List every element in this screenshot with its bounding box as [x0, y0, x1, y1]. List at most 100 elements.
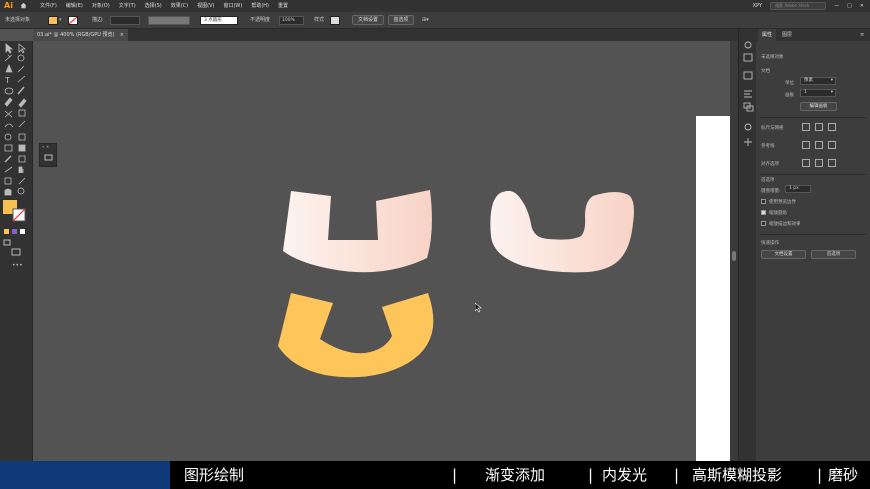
type-tool-icon: T [4, 76, 10, 85]
stock-search-input[interactable]: 搜索 Adobe Stock [770, 2, 827, 10]
align-center-icon[interactable] [815, 159, 823, 167]
home-icon[interactable] [20, 2, 27, 9]
shape-builder-icon [4, 133, 12, 141]
artboard-dropdown[interactable]: 1 ▾ [800, 89, 836, 97]
stroke-weight-input[interactable] [110, 16, 140, 25]
tab-layers[interactable]: 图层 [778, 29, 796, 41]
scale-strokes-checkbox[interactable] [761, 221, 766, 226]
perspective-grid-icon [18, 133, 26, 141]
libraries-panel-icon [743, 53, 753, 62]
window-controls: XPY 搜索 Adobe Stock — □ ✕ [753, 0, 870, 12]
tab-properties[interactable]: 属性 [758, 29, 777, 41]
selection-status-label: 未选择对象 [761, 55, 784, 60]
preferences-button[interactable]: 首选项 [388, 15, 414, 25]
arrange-icon[interactable]: ⊞▾ [422, 16, 429, 25]
scale-corners-checkbox[interactable] [761, 210, 766, 215]
close-tab-icon[interactable]: × [120, 29, 124, 41]
selection-tool-icon [5, 43, 14, 54]
menu-edit[interactable]: 编辑(E) [66, 3, 83, 9]
menu-type[interactable]: 文字(T) [119, 3, 136, 9]
blob-brush-icon [4, 97, 13, 107]
gradient-rounded-shape [490, 190, 634, 273]
menu-window[interactable]: 窗口(W) [223, 3, 242, 9]
stroke-swatch[interactable] [68, 16, 78, 25]
chevron-down-icon: ▾ [830, 90, 833, 95]
close-icon[interactable]: ✕ [860, 3, 864, 9]
fill-dropdown-icon[interactable]: ▾ [59, 16, 62, 25]
slice-tool-icon [18, 177, 26, 185]
document-tab-bar: 03.ai* @ 400% (RGB/GPU 预览) × [33, 29, 738, 41]
minimize-icon[interactable]: — [834, 3, 839, 9]
yellow-cup-shape [278, 293, 434, 378]
selection-status: 未选择对象 [5, 17, 31, 23]
subtitle-item: 图形绘制 [184, 466, 245, 484]
pixel-grid-icon[interactable] [828, 123, 836, 131]
gradient-tool-icon [18, 144, 26, 152]
line-tool-icon [17, 75, 26, 83]
lock-guides-icon[interactable] [828, 141, 836, 149]
brush-definition[interactable]: 3 点圆形 [200, 16, 238, 25]
smart-guides-icon[interactable] [815, 141, 823, 149]
divider [760, 117, 866, 118]
menu-select[interactable]: 选择(S) [145, 3, 162, 9]
preview-bounds-label: 使用预览边界 [769, 200, 796, 205]
properties-panel: 属性 图层 ≡ 未选择对象 文档 单位 像素 ▾ 画板 1 ▾ 编辑画板 标尺与网格… [756, 29, 870, 461]
canvas[interactable]: « × [33, 41, 730, 461]
align-left-icon[interactable] [802, 159, 810, 167]
graph-tool-icon [18, 166, 24, 173]
subtitle-item: 高斯模糊投影 [692, 466, 783, 484]
menu-help[interactable]: 帮助(H) [251, 3, 269, 9]
panel-icon-strip [738, 29, 756, 461]
document-tab[interactable]: 03.ai* @ 400% (RGB/GPU 预览) × [33, 29, 128, 41]
document-setup-button[interactable]: 文档设置 [352, 15, 384, 25]
guides-icon[interactable] [802, 141, 810, 149]
control-bar: 未选择对象 ▾ 描边: 3 点圆形 不透明度 100% 样式 文档设置 首选项 … [0, 12, 870, 29]
units-dropdown[interactable]: 像素 ▾ [800, 77, 836, 85]
subtitle-separator: | [817, 466, 823, 484]
menu-object[interactable]: 对象(O) [92, 3, 110, 9]
tool-icons[interactable]: T ••• [0, 41, 33, 271]
document-setup-panel-button[interactable]: 文档设置 [761, 250, 806, 259]
menu-reset[interactable]: 重置 [278, 3, 288, 9]
subtitle-separator: | [452, 466, 458, 484]
opacity-label: 不透明度 [250, 17, 271, 23]
maximize-icon[interactable]: □ [847, 3, 852, 9]
guides-label: 参考线 [761, 144, 775, 149]
blend-tool-icon [18, 155, 26, 163]
variable-width-profile[interactable] [148, 16, 190, 25]
subtitle-separator: | [674, 466, 680, 484]
curvature-tool-icon [17, 65, 25, 73]
mouse-cursor-icon [475, 303, 482, 313]
align-options-label: 对齐选项 [761, 162, 779, 167]
subtitle-separator: | [588, 466, 594, 484]
gradient-cup-shape [283, 190, 432, 273]
scroll-thumb[interactable] [732, 251, 736, 261]
lasso-icon [17, 54, 25, 62]
align-right-icon[interactable] [828, 159, 836, 167]
ruler-icon[interactable] [802, 123, 810, 131]
grid-icon[interactable] [815, 123, 823, 131]
artboard-value: 1 [804, 90, 807, 95]
none-mode-icon [20, 229, 25, 234]
divider [760, 174, 866, 175]
panel-tabs: 属性 图层 ≡ [756, 29, 870, 41]
panel-dock-icons[interactable] [739, 29, 757, 159]
graphic-style-swatch[interactable] [330, 16, 340, 25]
properties-panel-icon [744, 41, 752, 49]
preferences-panel-button[interactable]: 首选项 [811, 250, 856, 259]
edit-artboard-button[interactable]: 编辑画板 [800, 102, 837, 111]
opacity-input[interactable]: 100% [279, 16, 304, 25]
vertical-scrollbar[interactable] [730, 41, 738, 461]
free-transform-icon [18, 120, 26, 128]
preferences-heading: 首选项 [761, 178, 775, 183]
gradient-mode-icon [12, 229, 17, 234]
keyboard-increment-input[interactable]: 1 px [785, 185, 811, 193]
fill-swatch[interactable] [48, 16, 58, 25]
eyedropper-icon [4, 155, 12, 163]
menu-file[interactable]: 文件(F) [40, 3, 57, 9]
menu-view[interactable]: 视图(V) [197, 3, 214, 9]
workspace-switcher[interactable]: XPY [753, 3, 762, 9]
panel-menu-icon[interactable]: ≡ [856, 29, 868, 41]
menu-effect[interactable]: 效果(C) [171, 3, 188, 9]
preview-bounds-checkbox[interactable] [761, 199, 766, 204]
